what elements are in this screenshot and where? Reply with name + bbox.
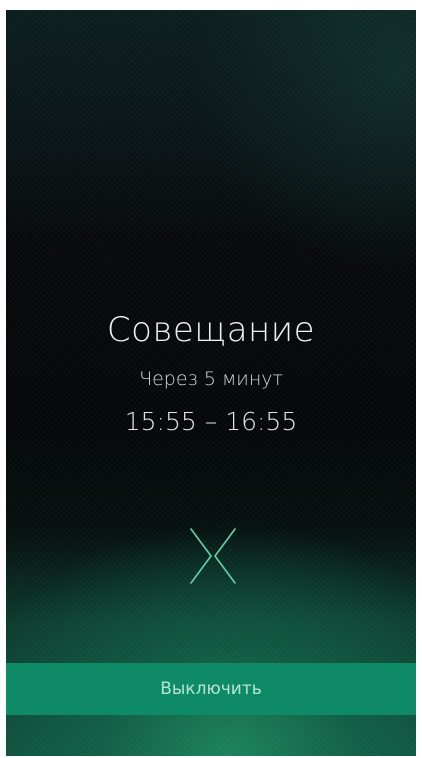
dismiss-button-label: Выключить <box>160 679 262 699</box>
event-title: Совещание <box>106 310 316 350</box>
event-time-range: 15:55 – 16:55 <box>124 407 298 436</box>
dismiss-button[interactable]: Выключить <box>6 663 416 715</box>
calendar-alarm-screen: Совещание Через 5 минут 15:55 – 16:55 Вы… <box>6 10 416 756</box>
event-reminder-text: Через 5 минут <box>139 368 283 390</box>
chevrons-converge-icon[interactable] <box>185 525 241 587</box>
